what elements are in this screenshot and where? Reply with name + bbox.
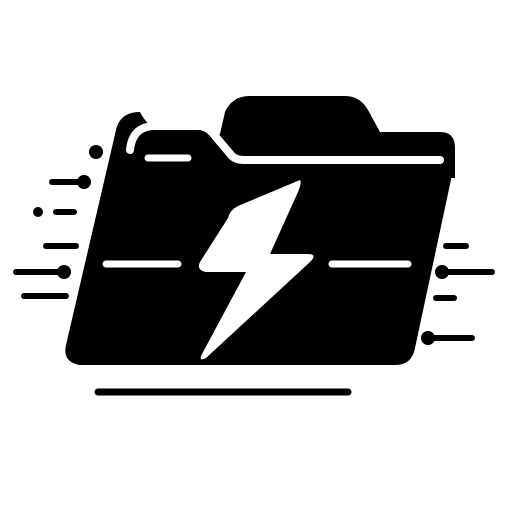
motion-dot	[421, 331, 435, 345]
app-icon-tile	[0, 0, 512, 512]
motion-dot	[435, 265, 449, 279]
motion-dot	[77, 175, 91, 189]
fast-folder-icon	[0, 0, 512, 512]
motion-dot	[33, 207, 43, 217]
motion-dot	[89, 145, 103, 159]
motion-dot	[57, 265, 71, 279]
